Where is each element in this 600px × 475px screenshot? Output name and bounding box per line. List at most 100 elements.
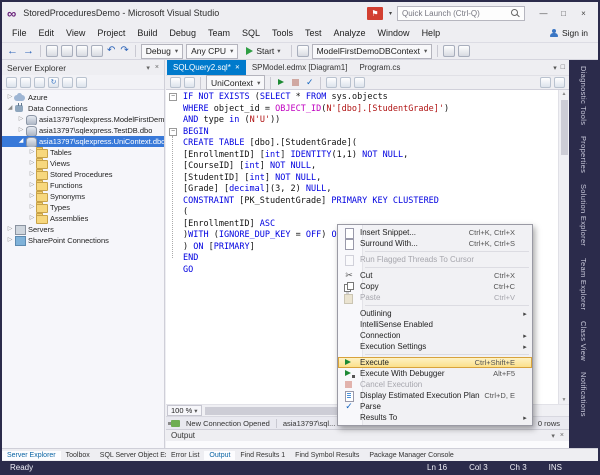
scrollbar-thumb[interactable]	[205, 407, 355, 415]
tree-item-tables[interactable]: ▷Tables	[2, 147, 164, 158]
side-tab-diagnostic-tools[interactable]: Diagnostic Tools	[578, 62, 589, 129]
panel-tab-find-results-1[interactable]: Find Results 1	[235, 451, 290, 460]
menu-item-tools[interactable]: Tools	[266, 26, 299, 40]
panel-tab-output[interactable]: Output	[204, 451, 235, 460]
menu-item-window[interactable]: Window	[372, 26, 416, 40]
quick-launch-box[interactable]: Quick Launch (Ctrl-Q)	[397, 6, 525, 21]
expand-arrow-icon[interactable]: ▷	[28, 191, 36, 202]
collapse-region-icon[interactable]: −	[169, 93, 177, 101]
side-tab-team-explorer[interactable]: Team Explorer	[578, 254, 589, 314]
undo-icon[interactable]: ↶	[106, 46, 116, 56]
tree-item-sharepoint-connections[interactable]: ▷SharePoint Connections	[2, 235, 164, 246]
vertical-scrollbar[interactable]: ▲ ▼	[558, 90, 569, 404]
tree-item-servers[interactable]: ▷Servers	[2, 224, 164, 235]
expand-arrow-icon[interactable]: ▷	[28, 202, 36, 213]
expand-arrow-icon[interactable]: ▷	[6, 92, 14, 103]
start-button[interactable]: Start ▾	[241, 44, 285, 59]
cancel-execution-icon[interactable]	[290, 77, 301, 88]
comment-icon[interactable]	[458, 45, 470, 57]
scroll-up-icon[interactable]: ▲	[559, 90, 569, 98]
collapse-region-icon[interactable]: −	[169, 128, 177, 136]
context-menu-item-parse[interactable]: ✓Parse	[338, 401, 532, 412]
find-icon[interactable]	[443, 45, 455, 57]
refresh-icon[interactable]: ↻	[48, 77, 59, 88]
notifications-caret-icon[interactable]: ▾	[389, 10, 392, 17]
expand-arrow-icon[interactable]: ▷	[28, 147, 36, 158]
tree-item-functions[interactable]: ▷Functions	[2, 180, 164, 191]
close-tab-icon[interactable]: ✕	[235, 64, 240, 71]
build-icon[interactable]	[297, 45, 309, 57]
navigate-forward-icon[interactable]: →	[22, 46, 35, 57]
context-menu-item-cut[interactable]: ✂CutCtrl+X	[338, 270, 532, 281]
options-icon[interactable]	[540, 77, 551, 88]
close-panel-icon[interactable]: ×	[560, 432, 564, 439]
collapse-arrow-icon[interactable]: ◢	[6, 103, 14, 114]
solution-platforms-dropdown[interactable]: Any CPU ▾	[186, 44, 238, 59]
expand-arrow-icon[interactable]: ▷	[28, 180, 36, 191]
navigate-back-icon[interactable]: ←	[6, 46, 19, 57]
save-icon[interactable]	[76, 45, 88, 57]
dock-tab-sql-server-object-explorer[interactable]: SQL Server Object Explorer	[95, 451, 166, 460]
expand-arrow-icon[interactable]: ▷	[28, 169, 36, 180]
connect-database-icon[interactable]	[6, 77, 17, 88]
execution-plan-icon[interactable]	[354, 77, 365, 88]
tree-item-azure[interactable]: ▷Azure	[2, 92, 164, 103]
expand-arrow-icon[interactable]: ▷	[6, 235, 14, 246]
tree-item-asia13797-sqlexpress-unicontext-dbo[interactable]: ◢asia13797\sqlexpress.UniContext.dbo	[2, 136, 164, 147]
menu-item-test[interactable]: Test	[299, 26, 328, 40]
panel-tab-find-symbol-results[interactable]: Find Symbol Results	[290, 451, 364, 460]
context-menu-item-surround-with[interactable]: Surround With...Ctrl+K, Ctrl+S	[338, 238, 532, 249]
menu-item-project[interactable]: Project	[91, 26, 131, 40]
context-menu-item-intellisense-enabled[interactable]: IntelliSense Enabled	[338, 319, 532, 330]
delete-icon[interactable]	[76, 77, 87, 88]
close-button[interactable]: ×	[574, 6, 593, 21]
menu-item-help[interactable]: Help	[416, 26, 447, 40]
tree-item-asia13797-sqlexpress-testdb-dbo[interactable]: ▷asia13797\sqlexpress.TestDB.dbo	[2, 125, 164, 136]
menu-item-debug[interactable]: Debug	[163, 26, 202, 40]
menu-item-analyze[interactable]: Analyze	[328, 26, 372, 40]
scrollbar-thumb[interactable]	[561, 100, 568, 155]
tree-item-types[interactable]: ▷Types	[2, 202, 164, 213]
close-panel-icon[interactable]: ×	[155, 64, 159, 71]
context-menu-item-execute[interactable]: ExecuteCtrl+Shift+E	[338, 357, 532, 368]
connect-server-icon[interactable]	[20, 77, 31, 88]
disconnect-database-icon[interactable]	[184, 77, 195, 88]
connect-database-icon[interactable]	[170, 77, 181, 88]
expand-arrow-icon[interactable]: ▷	[28, 213, 36, 224]
menu-item-file[interactable]: File	[6, 26, 33, 40]
context-menu-item-execution-settings[interactable]: Execution Settings▸	[338, 341, 532, 352]
expand-arrow-icon[interactable]: ▷	[28, 158, 36, 169]
tree-item-stored-procedures[interactable]: ▷Stored Procedures	[2, 169, 164, 180]
window-position-icon[interactable]: ▾	[146, 64, 150, 72]
results-text-icon[interactable]	[340, 77, 351, 88]
window-position-icon[interactable]: ▾	[551, 432, 555, 440]
execute-icon[interactable]	[276, 77, 287, 88]
tree-item-synonyms[interactable]: ▷Synonyms	[2, 191, 164, 202]
context-menu-item-results-to[interactable]: Results To▸	[338, 412, 532, 423]
scroll-down-icon[interactable]: ▼	[559, 396, 569, 404]
maximize-button[interactable]: □	[554, 6, 573, 21]
zoom-dropdown[interactable]: 100 % ▾	[167, 405, 202, 416]
new-file-icon[interactable]	[46, 45, 58, 57]
collapse-arrow-icon[interactable]: ◢	[17, 136, 25, 147]
open-file-icon[interactable]	[61, 45, 73, 57]
side-tab-solution-explorer[interactable]: Solution Explorer	[578, 180, 589, 250]
expand-arrow-icon[interactable]: ▷	[17, 114, 25, 125]
panel-tab-package-manager-console[interactable]: Package Manager Console	[364, 451, 458, 460]
menu-item-view[interactable]: View	[60, 26, 91, 40]
context-menu-item-copy[interactable]: CopyCtrl+C	[338, 281, 532, 292]
context-menu-item-outlining[interactable]: Outlining▸	[338, 308, 532, 319]
stop-refresh-icon[interactable]	[62, 77, 73, 88]
connect-sharepoint-icon[interactable]	[34, 77, 45, 88]
help-icon[interactable]	[554, 77, 565, 88]
menu-item-sql[interactable]: SQL	[236, 26, 266, 40]
sign-in[interactable]: Sign in	[549, 28, 594, 38]
expand-arrow-icon[interactable]: ▷	[17, 125, 25, 136]
dock-tab-server-explorer[interactable]: Server Explorer	[2, 451, 61, 460]
minimize-button[interactable]: —	[534, 6, 553, 21]
dbcontext-dropdown[interactable]: ModelFirstDemoDBContext ▾	[312, 44, 433, 59]
tab-sqlquery2-sql[interactable]: SQLQuery2.sql*✕	[167, 60, 246, 75]
panel-tab-error-list[interactable]: Error List	[166, 451, 204, 460]
menu-item-build[interactable]: Build	[131, 26, 163, 40]
redo-icon[interactable]: ↷	[119, 46, 129, 56]
